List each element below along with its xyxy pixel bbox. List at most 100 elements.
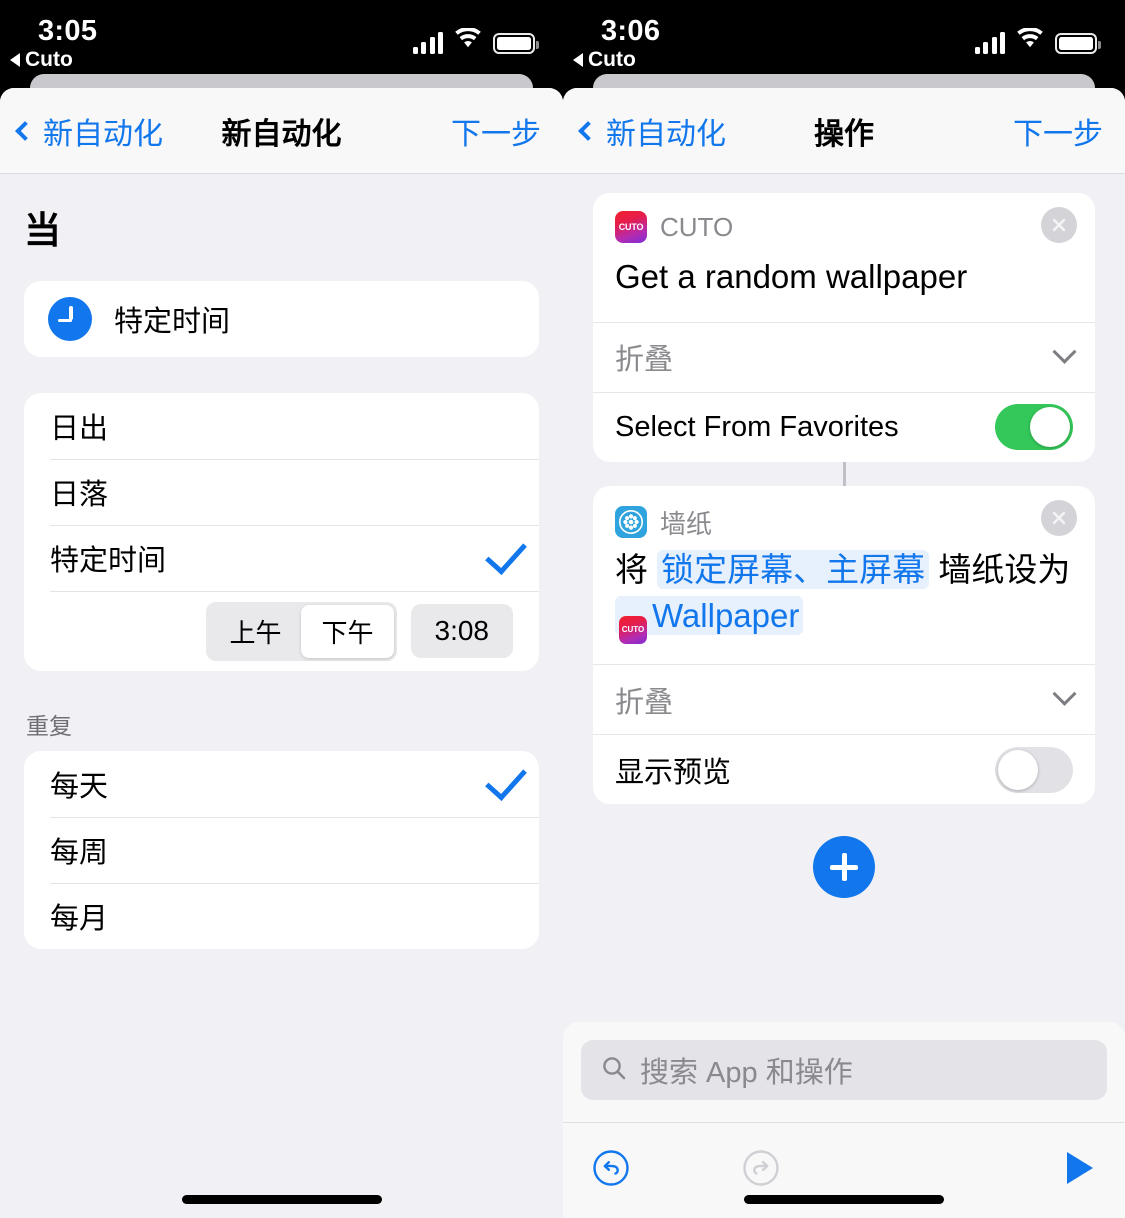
left-status-bar: 3:05 Cuto <box>0 0 563 80</box>
collapse-row[interactable]: 折叠 <box>593 321 1095 392</box>
nav-next-button[interactable]: 下一步 <box>1013 109 1125 153</box>
token-wallpaper-label: Wallpaper <box>652 597 800 635</box>
right-nav-bar: 新自动化 操作 下一步 <box>563 88 1125 174</box>
right-sheet-body: CUTO CUTO Get a random wallpaper 折叠 Sele… <box>563 175 1125 1218</box>
meridiem-segmented-control[interactable]: 上午 下午 <box>206 601 397 661</box>
dual-screenshot-container: 3:05 Cuto 新自动化 新自动化 下一步 当 特定时间 日出 日落 特定时… <box>0 0 1125 1218</box>
home-indicator <box>181 1195 382 1204</box>
select-from-favorites-toggle[interactable] <box>995 404 1073 451</box>
wifi-icon <box>454 27 482 54</box>
list-item-label: 每天 <box>50 771 109 803</box>
param-label: Select From Favorites <box>615 410 899 443</box>
trigger-options-list: 日出 日落 特定时间 上午 下午 3:08 <box>24 393 539 671</box>
actions-list: CUTO CUTO Get a random wallpaper 折叠 Sele… <box>563 175 1125 899</box>
list-item-label: 每月 <box>50 903 109 935</box>
battery-full-icon <box>493 33 539 54</box>
chevron-left-icon <box>15 120 35 141</box>
param-label: 显示预览 <box>615 756 732 789</box>
nav-back-button[interactable]: 新自动化 <box>563 109 726 153</box>
list-item-monthly[interactable]: 每月 <box>24 883 539 949</box>
segment-am[interactable]: 上午 <box>209 605 301 658</box>
close-icon[interactable] <box>1041 207 1077 243</box>
action-connector-line <box>842 461 846 486</box>
cuto-icon-text: CUTO <box>618 222 644 232</box>
list-item-sunset[interactable]: 日落 <box>24 459 539 525</box>
param-row-show-preview[interactable]: 显示预览 <box>593 734 1095 804</box>
nav-back-label: 新自动化 <box>606 117 726 151</box>
collapse-label: 折叠 <box>615 686 674 719</box>
list-item-sunrise[interactable]: 日出 <box>24 393 539 459</box>
show-preview-toggle[interactable] <box>995 746 1073 793</box>
list-item-label: 日落 <box>50 479 109 511</box>
status-back-to-app[interactable]: Cuto <box>573 48 636 72</box>
collapse-label: 折叠 <box>615 344 674 377</box>
nav-next-button[interactable]: 下一步 <box>451 109 563 153</box>
right-sheet: 新自动化 操作 下一步 CUTO CUTO Get a random wallp… <box>563 88 1125 1218</box>
list-item-weekly[interactable]: 每周 <box>24 817 539 883</box>
action-card-wallpaper[interactable]: 墙纸 将 锁定屏幕、主屏幕 墙纸设为 CUTO Wallpaper 折叠 显示预… <box>593 485 1095 805</box>
add-action-button[interactable] <box>813 836 875 899</box>
cuto-mini-icon: CUTO <box>619 616 647 645</box>
page-title: 当 <box>24 210 61 251</box>
left-sheet-body: 当 特定时间 日出 日落 特定时间 上午 下午 3:08 重复 每天 每周 每月 <box>0 175 563 1218</box>
cuto-app-icon: CUTO <box>615 211 647 243</box>
wallpaper-app-icon <box>615 506 647 539</box>
search-icon <box>601 1055 627 1086</box>
wifi-icon <box>1016 27 1044 54</box>
status-time: 3:06 <box>601 15 661 47</box>
cellular-bars-icon <box>412 32 443 54</box>
segment-pm[interactable]: 下午 <box>301 604 394 658</box>
cellular-bars-icon <box>974 32 1005 54</box>
action-card-cuto[interactable]: CUTO CUTO Get a random wallpaper 折叠 Sele… <box>593 193 1095 462</box>
home-indicator <box>744 1195 944 1204</box>
token-wallpaper-variable[interactable]: CUTO Wallpaper <box>615 596 804 645</box>
token-screens[interactable]: 锁定屏幕、主屏幕 <box>657 549 930 589</box>
action-card-header: 墙纸 <box>593 486 1095 543</box>
chevron-down-icon <box>1052 682 1077 707</box>
action-title-composed: 将 锁定屏幕、主屏幕 墙纸设为 CUTO Wallpaper <box>593 543 1095 665</box>
action-app-name: 墙纸 <box>660 508 713 539</box>
trigger-summary-card[interactable]: 特定时间 <box>24 281 539 357</box>
time-picker-row: 上午 下午 3:08 <box>24 591 539 671</box>
search-input[interactable]: 搜索 App 和操作 <box>581 1040 1107 1100</box>
list-item-specific-time[interactable]: 特定时间 <box>24 525 539 591</box>
clock-icon <box>48 297 92 341</box>
back-triangle-icon <box>573 53 583 67</box>
status-back-app-label: Cuto <box>588 48 636 71</box>
collapse-row[interactable]: 折叠 <box>593 664 1095 734</box>
undo-icon[interactable] <box>591 1148 631 1193</box>
status-back-app-label: Cuto <box>25 48 73 71</box>
back-triangle-icon <box>10 53 20 67</box>
nav-back-button[interactable]: 新自动化 <box>0 109 163 153</box>
repeat-options-list: 每天 每周 每月 <box>24 751 539 949</box>
checkmark-icon <box>485 532 527 576</box>
action-app-name: CUTO <box>660 211 734 242</box>
play-icon[interactable] <box>1063 1149 1097 1192</box>
trigger-summary-label: 特定时间 <box>114 306 231 338</box>
search-placeholder: 搜索 App 和操作 <box>640 1057 853 1089</box>
left-nav-bar: 新自动化 新自动化 下一步 <box>0 88 563 174</box>
time-value-field[interactable]: 3:08 <box>410 604 513 658</box>
redo-icon[interactable] <box>741 1148 781 1193</box>
list-item-label: 日出 <box>50 413 109 445</box>
param-row-select-from-favorites[interactable]: Select From Favorites <box>593 391 1095 462</box>
status-time: 3:05 <box>38 15 98 47</box>
action-title-middle: 墙纸设为 <box>938 550 1071 588</box>
left-sheet: 新自动化 新自动化 下一步 当 特定时间 日出 日落 特定时间 上午 下午 3:… <box>0 88 563 1218</box>
bottom-panel: 搜索 App 和操作 <box>563 1022 1125 1218</box>
status-indicators <box>974 24 1101 54</box>
left-screen: 3:05 Cuto 新自动化 新自动化 下一步 当 特定时间 日出 日落 特定时… <box>0 0 563 1218</box>
list-item-daily[interactable]: 每天 <box>24 751 539 817</box>
action-card-header: CUTO CUTO <box>593 193 1095 245</box>
close-icon[interactable] <box>1041 499 1077 536</box>
repeat-section-label: 重复 <box>26 713 72 739</box>
checkmark-icon <box>485 758 527 802</box>
right-status-bar: 3:06 Cuto <box>563 0 1125 80</box>
chevron-left-icon <box>578 120 598 141</box>
action-title: Get a random wallpaper <box>615 258 968 295</box>
nav-back-label: 新自动化 <box>43 117 163 151</box>
search-container: 搜索 App 和操作 <box>563 1022 1125 1122</box>
status-indicators <box>412 24 539 54</box>
status-back-to-app[interactable]: Cuto <box>10 48 73 72</box>
list-item-label: 特定时间 <box>50 545 167 577</box>
